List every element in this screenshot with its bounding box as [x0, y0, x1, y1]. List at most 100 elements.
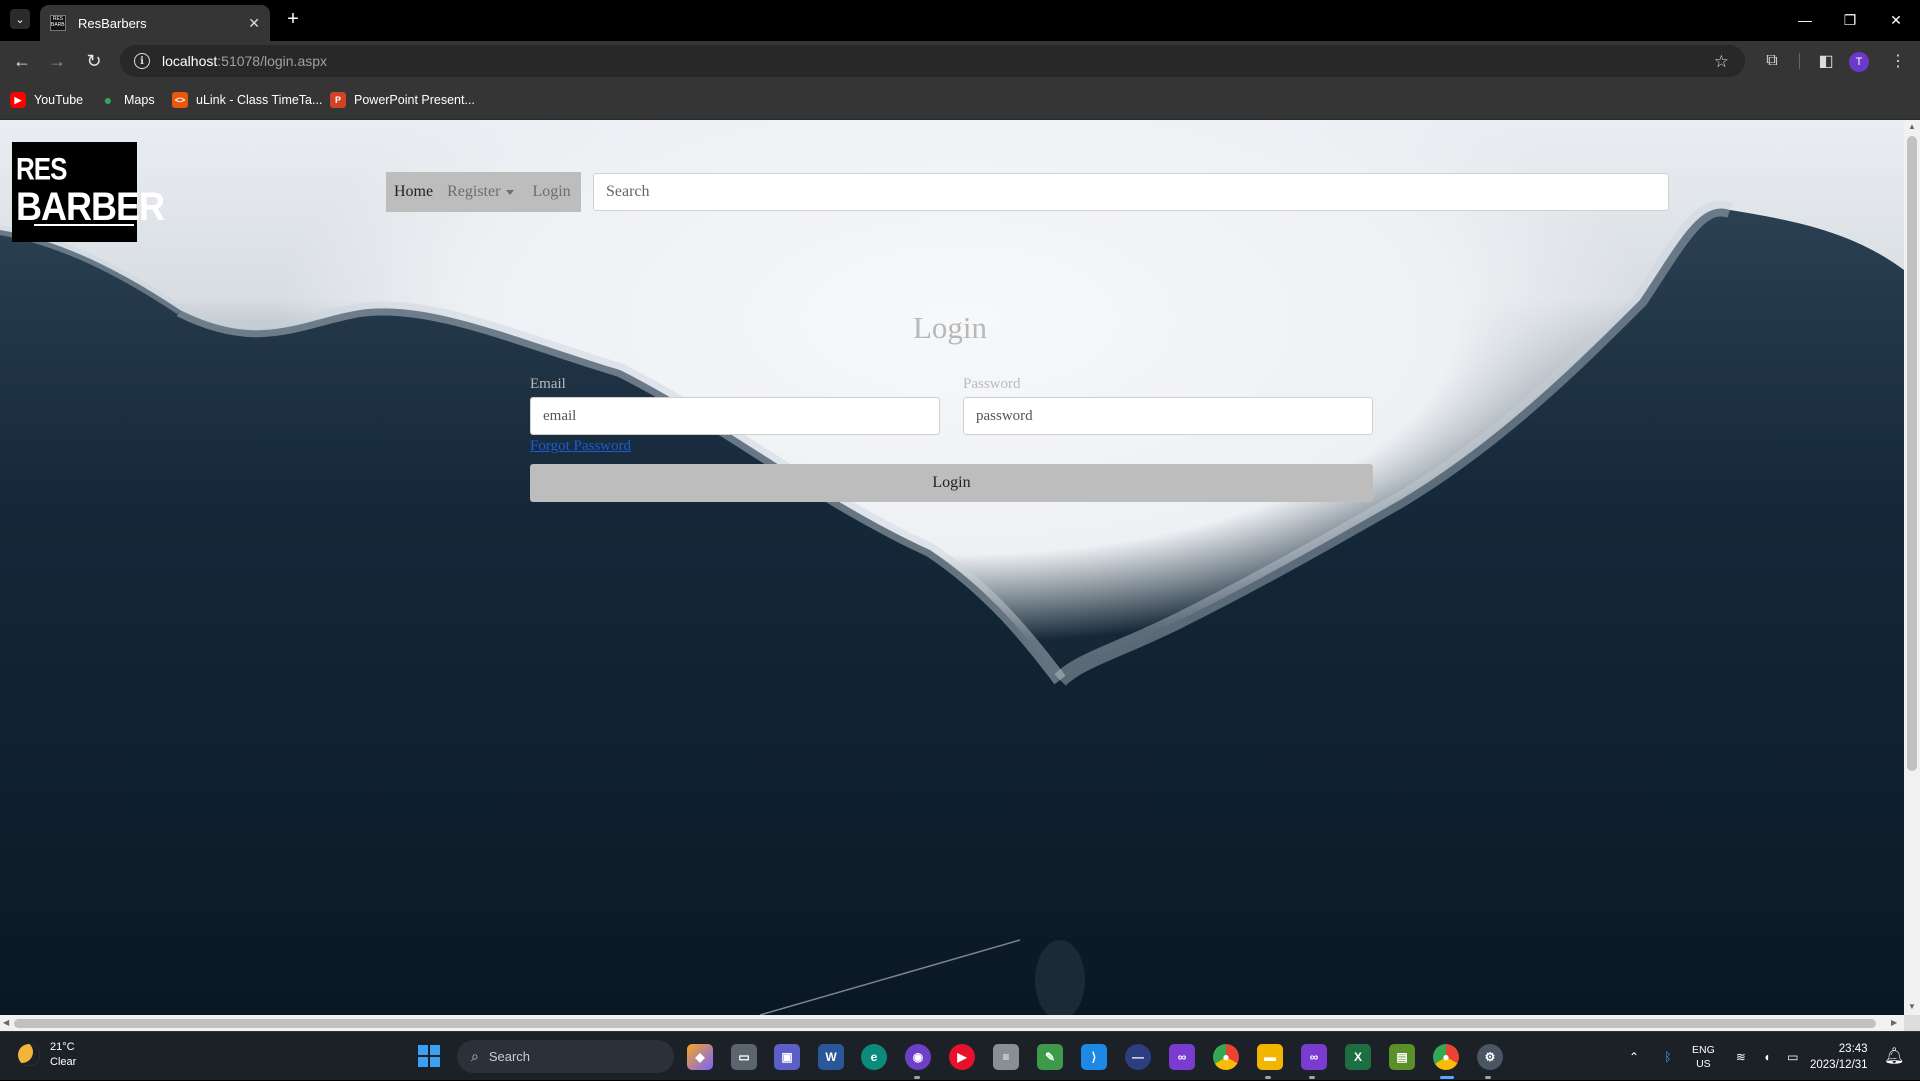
login-submit-button[interactable]: Login — [530, 464, 1373, 502]
notepad-app-icon[interactable]: ▤ — [1389, 1044, 1415, 1070]
tab-title: ResBarbers — [78, 15, 147, 31]
browser-tab[interactable]: RES BARBER ResBarbers ✕ — [40, 5, 270, 41]
bookmark-label: PowerPoint Present... — [354, 93, 475, 107]
chrome-app-icon[interactable]: ● — [1213, 1044, 1239, 1070]
visual-studio-icon[interactable]: ∞ — [1169, 1044, 1195, 1070]
bluetooth-icon[interactable]: ᛒ — [1658, 1050, 1678, 1064]
site-nav: Home Register Login — [386, 172, 581, 212]
database-app-icon[interactable]: ≡ — [993, 1044, 1019, 1070]
browser-menu-icon[interactable]: ⋮ — [1884, 47, 1912, 75]
taskbar-search-box[interactable]: ⌕ Search — [457, 1040, 674, 1073]
clock-date: 2023/12/31 — [1810, 1059, 1868, 1071]
logo-line-2: BARBER — [16, 183, 165, 229]
tab-search-chevron-icon[interactable]: ⌄ — [10, 9, 30, 29]
edge-browser-icon[interactable]: e — [861, 1044, 887, 1070]
running-app-indicator — [914, 1076, 920, 1079]
url-host: localhost — [162, 53, 218, 69]
side-panel-icon[interactable]: ◧ — [1812, 47, 1840, 75]
page-viewport: RES BARBER Home Register Login Login Ema… — [0, 120, 1904, 1015]
media-player-icon[interactable]: ▶ — [949, 1044, 975, 1070]
nav-home-link[interactable]: Home — [394, 183, 433, 201]
bookmark-maps[interactable]: ● Maps — [100, 90, 155, 110]
minimize-button[interactable]: — — [1785, 6, 1825, 34]
scroll-right-arrow-icon[interactable]: ▶ — [1891, 1018, 1897, 1027]
language-indicator[interactable]: ENG US — [1692, 1043, 1715, 1071]
nav-login-link[interactable]: Login — [532, 183, 570, 201]
language-code: ENG — [1692, 1043, 1715, 1056]
word-app-icon[interactable]: W — [818, 1044, 844, 1070]
task-view-icon[interactable]: ▭ — [731, 1044, 757, 1070]
password-field[interactable] — [963, 397, 1373, 435]
bookmark-star-icon[interactable]: ☆ — [1714, 52, 1729, 72]
forgot-password-link[interactable]: Forgot Password — [530, 438, 631, 455]
system-tray: ⌃ ᛒ ENG US ≋ ◖ ▭ — [1624, 1032, 1803, 1081]
reload-button[interactable]: ↻ — [80, 47, 108, 75]
site-info-icon[interactable]: i — [134, 53, 150, 69]
vscode-app-icon[interactable]: ⟩ — [1081, 1044, 1107, 1070]
notification-bell-icon[interactable]: 🔔︎ — [1884, 1046, 1904, 1066]
sticky-app-icon[interactable]: ✎ — [1037, 1044, 1063, 1070]
extensions-puzzle-icon[interactable]: ⧉ — [1758, 47, 1786, 75]
back-button[interactable]: ← — [8, 47, 36, 75]
caret-down-icon — [506, 189, 515, 195]
volume-icon[interactable]: ◖ — [1757, 1050, 1777, 1064]
window-close-button[interactable]: ✕ — [1876, 6, 1916, 34]
settings-gear-icon[interactable]: ⚙ — [1477, 1044, 1503, 1070]
browser-title-bar: ⌄ RES BARBER ResBarbers ✕ + — ❐ ✕ — [0, 0, 1920, 41]
vertical-scroll-thumb[interactable] — [1907, 136, 1917, 771]
battery-icon[interactable]: ▭ — [1783, 1050, 1803, 1064]
bookmark-label: YouTube — [34, 93, 84, 107]
powerpoint-icon: P — [330, 92, 346, 108]
taskbar-search-label: Search — [488, 1049, 531, 1064]
file-explorer-icon[interactable]: ▬ — [1257, 1044, 1283, 1070]
clock-time: 23:43 — [1838, 1043, 1868, 1055]
horizontal-scroll-thumb[interactable] — [14, 1019, 1876, 1028]
bookmark-youtube[interactable]: ▶ YouTube — [10, 90, 83, 110]
windows-start-icon[interactable] — [418, 1045, 440, 1067]
weather-desc: Clear — [50, 1056, 77, 1068]
widgets-app-icon[interactable]: ◆ — [687, 1044, 713, 1070]
forward-button[interactable]: → — [43, 47, 71, 75]
profile-avatar[interactable]: T — [1849, 52, 1869, 72]
chrome-active-icon[interactable]: ● — [1433, 1044, 1459, 1070]
tab-close-icon[interactable]: ✕ — [248, 15, 260, 32]
site-search-input[interactable] — [593, 173, 1669, 211]
restore-button[interactable]: ❐ — [1830, 6, 1870, 34]
maps-pin-icon: ● — [103, 92, 113, 108]
weather-widget[interactable]: 21°C Clear — [18, 1040, 76, 1070]
password-label: Password — [963, 376, 1021, 392]
toolbar-divider — [1799, 53, 1800, 69]
chevron-up-icon[interactable]: ⌃ — [1624, 1050, 1644, 1064]
new-tab-button[interactable]: + — [282, 8, 304, 30]
scroll-left-arrow-icon[interactable]: ◀ — [3, 1018, 9, 1027]
bookmark-ulink[interactable]: <> uLink - Class TimeTa... — [172, 90, 322, 110]
wifi-icon[interactable]: ≋ — [1731, 1050, 1751, 1064]
weather-temp: 21°C — [50, 1041, 75, 1053]
running-app-indicator — [1265, 1076, 1271, 1079]
visual-studio-2-icon[interactable]: ∞ — [1301, 1044, 1327, 1070]
ulink-icon: <> — [172, 92, 188, 108]
github-desktop-icon[interactable]: ◉ — [905, 1044, 931, 1070]
region-code: US — [1696, 1057, 1711, 1070]
address-bar[interactable]: i localhost:51078/login.aspx ☆ — [120, 45, 1745, 77]
browser-toolbar: ← → ↻ i localhost:51078/login.aspx ☆ ⧉ ◧… — [0, 41, 1920, 81]
running-app-indicator — [1485, 1076, 1491, 1079]
nav-register-dropdown[interactable]: Register — [447, 183, 515, 201]
scrollbar-corner — [1904, 1015, 1920, 1031]
url-path: :51078/login.aspx — [217, 53, 328, 69]
scroll-down-arrow-icon[interactable]: ▼ — [1908, 1002, 1916, 1011]
tab-favicon-icon: RES BARBER — [50, 15, 66, 31]
bookmark-label: uLink - Class TimeTa... — [196, 93, 323, 107]
running-app-indicator — [1309, 1076, 1315, 1079]
email-label: Email — [530, 376, 566, 392]
taskbar-clock[interactable]: 23:43 2023/12/31 — [1810, 1041, 1868, 1073]
moon-icon — [18, 1044, 40, 1066]
eclipse-app-icon[interactable]: — — [1125, 1044, 1151, 1070]
teams-chat-icon[interactable]: ▣ — [774, 1044, 800, 1070]
email-field[interactable] — [530, 397, 940, 435]
youtube-icon: ▶ — [10, 92, 26, 108]
site-logo[interactable]: RES BARBER — [12, 142, 165, 242]
scroll-up-arrow-icon[interactable]: ▲ — [1908, 122, 1916, 131]
bookmark-powerpoint[interactable]: P PowerPoint Present... — [330, 90, 475, 110]
excel-app-icon[interactable]: X — [1345, 1044, 1371, 1070]
